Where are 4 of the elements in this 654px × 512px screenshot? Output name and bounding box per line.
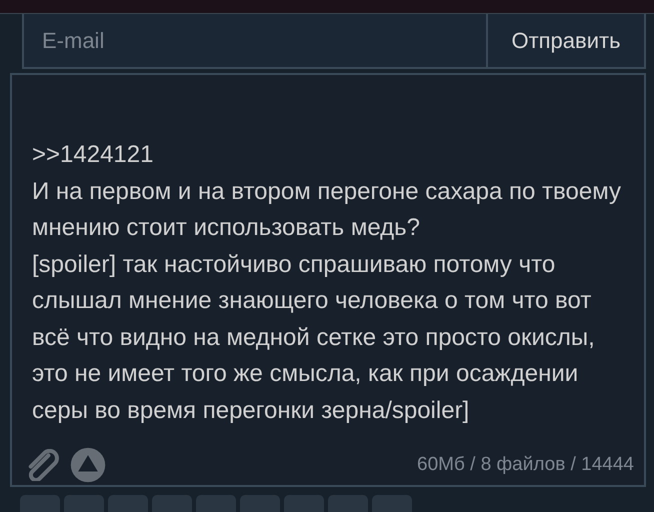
email-field[interactable]: E-mail — [22, 14, 488, 69]
upload-counter: 60Мб / 8 файлов / 14444 — [417, 452, 634, 476]
submit-button[interactable]: Отправить — [488, 14, 646, 69]
drive-icon[interactable] — [70, 447, 106, 483]
